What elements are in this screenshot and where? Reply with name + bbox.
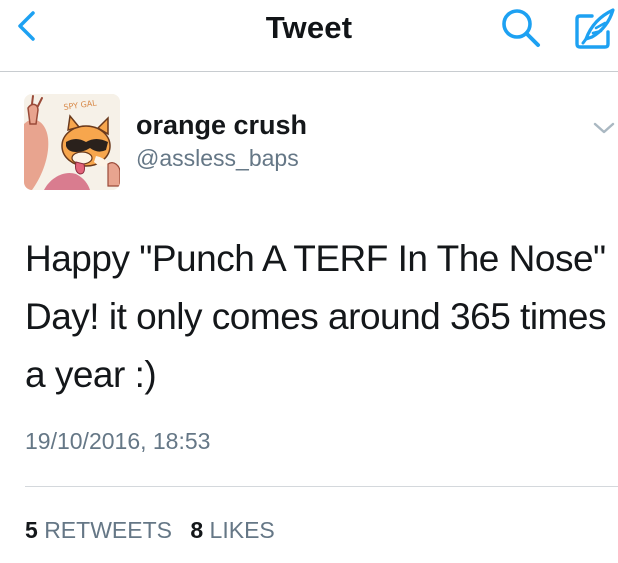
tweet-stats: 5 RETWEETS 8 LIKES [25,517,287,544]
avatar[interactable]: SPY GAL [24,94,120,190]
compose-button[interactable] [572,6,616,50]
tweet-options-button[interactable] [592,118,616,138]
tweet-text: Happy "Punch A TERF In The Nose" Day! it… [25,238,606,395]
likes-stat[interactable]: 8 LIKES [190,517,274,544]
author-display-name[interactable]: orange crush [136,110,307,141]
search-button[interactable] [498,6,546,50]
author-handle[interactable]: @assless_baps [136,145,299,172]
navigation-bar: Tweet [0,0,618,72]
retweets-label: RETWEETS [44,517,172,543]
avatar-illustration: SPY GAL [24,94,120,190]
divider [25,486,618,487]
search-icon [502,9,540,47]
retweets-stat[interactable]: 5 RETWEETS [25,517,172,544]
likes-label: LIKES [209,517,275,543]
chevron-down-icon [593,122,615,134]
compose-icon [575,8,615,49]
retweets-count: 5 [25,517,38,543]
likes-count: 8 [190,517,204,543]
tweet-detail-screen: Tweet SPY GAL orange crush @assless_baps… [0,0,618,563]
tweet-timestamp: 19/10/2016, 18:53 [25,428,211,454]
